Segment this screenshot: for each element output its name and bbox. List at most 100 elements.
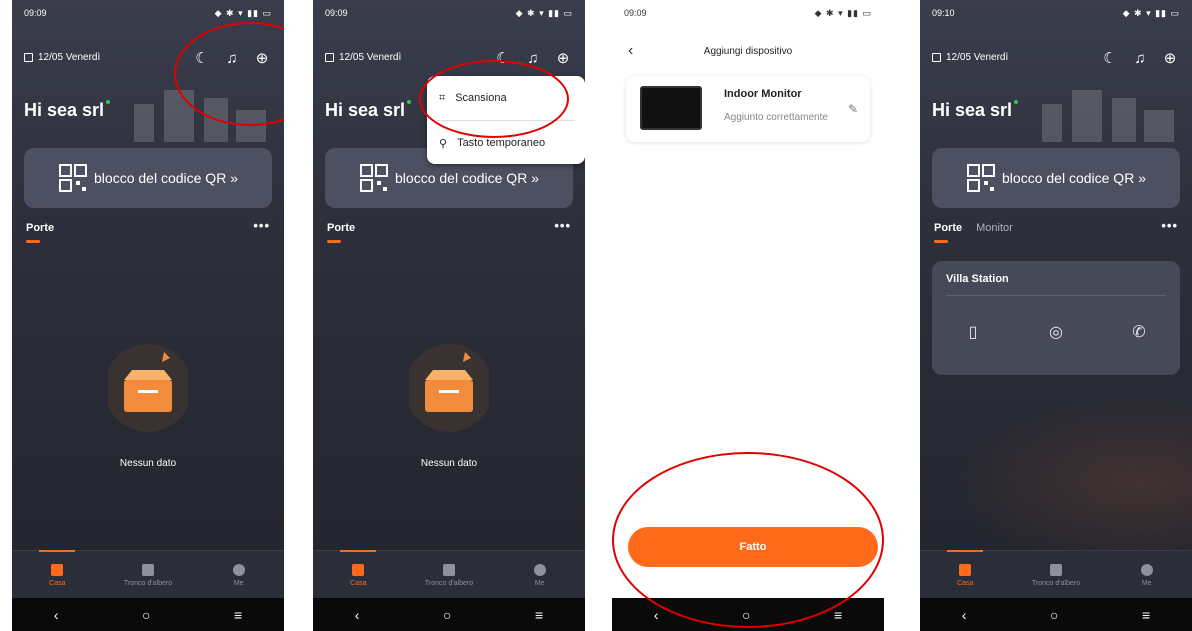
- buildings-illustration: [1042, 90, 1174, 142]
- nav-home-label: Casa: [350, 579, 367, 587]
- status-icons: ◆ ✱ ▾ ▮▮ ▭: [515, 7, 573, 18]
- system-menu-icon[interactable]: ≡: [834, 607, 842, 623]
- status-icons: ◆ ✱ ▾ ▮▮ ▭: [214, 7, 272, 18]
- device-card: Indoor Monitor Aggiunto correttamente ✎: [626, 76, 870, 142]
- status-bar: 09:10 ◆ ✱ ▾ ▮▮ ▭: [932, 6, 1180, 20]
- tab-doors[interactable]: Porte: [934, 222, 962, 234]
- tab-bar: Porte Monitor: [934, 222, 1013, 234]
- door-icon[interactable]: ▯: [962, 321, 984, 343]
- more-icon[interactable]: •••: [554, 218, 571, 233]
- empty-text: Nessun dato: [420, 458, 478, 469]
- system-home-icon[interactable]: ○: [142, 607, 150, 623]
- bell-icon[interactable]: ♫: [1132, 50, 1148, 67]
- date-label: 12/05 Venerdì: [24, 52, 100, 63]
- system-back-icon[interactable]: ‹: [962, 607, 967, 623]
- nav-me-label: Me: [1141, 579, 1152, 587]
- moon-icon[interactable]: ☾: [1102, 50, 1118, 67]
- nav-home[interactable]: Casa: [12, 550, 103, 599]
- nav-home[interactable]: Casa: [920, 550, 1011, 599]
- date-text: 12/05 Venerdì: [339, 52, 402, 63]
- villa-actions: ▯ ◎ ✆: [952, 321, 1160, 343]
- date-text: 12/05 Venerdì: [946, 52, 1009, 63]
- status-time: 09:09: [24, 8, 47, 18]
- device-image: [640, 86, 702, 130]
- status-time: 09:10: [932, 8, 955, 18]
- page-title: Aggiungi dispositivo: [703, 46, 793, 57]
- nav-me[interactable]: Me: [494, 551, 585, 599]
- nav-me[interactable]: Me: [193, 551, 284, 599]
- system-menu-icon[interactable]: ≡: [535, 607, 543, 623]
- date-label: 12/05 Venerdì: [932, 52, 1008, 63]
- search-key-icon: ⚲: [439, 137, 448, 150]
- device-name: Indoor Monitor: [724, 88, 802, 100]
- nav-tree[interactable]: Tronco d'albero: [404, 551, 495, 599]
- tab-monitor[interactable]: Monitor: [976, 222, 1013, 234]
- qr-unlock-card[interactable]: blocco del codice QR »: [932, 148, 1180, 208]
- online-dot: [1014, 100, 1019, 104]
- tab-indicator: [26, 240, 40, 243]
- profile-icon: [533, 563, 546, 576]
- background-glow: [920, 380, 1192, 550]
- calendar-icon: [932, 53, 941, 62]
- system-home-icon[interactable]: ○: [443, 607, 451, 623]
- empty-text: Nessun dato: [119, 458, 177, 469]
- plus-circle-icon[interactable]: ⊕: [1162, 50, 1178, 67]
- nav-tree[interactable]: Tronco d'albero: [1011, 551, 1102, 599]
- bottom-nav: Casa Tronco d'albero Me: [313, 550, 585, 599]
- log-icon: [443, 563, 455, 576]
- empty-box-illustration: [409, 344, 489, 432]
- qr-label: blocco del codice QR »: [395, 170, 539, 186]
- card-divider: [946, 295, 1166, 296]
- phone-screen-home-1: 09:09 ◆ ✱ ▾ ▮▮ ▭ 12/05 Venerdì ☾ ♫ ⊕ Hi …: [12, 0, 284, 631]
- status-icons: ◆ ✱ ▾ ▮▮ ▭: [814, 7, 872, 18]
- device-status: Aggiunto correttamente: [724, 112, 828, 123]
- qr-unlock-card[interactable]: blocco del codice QR »: [24, 148, 272, 208]
- edit-icon[interactable]: ✎: [848, 102, 858, 116]
- nav-me-label: Me: [534, 579, 545, 587]
- phone-screen-add-device: 09:09 ◆ ✱ ▾ ▮▮ ▭ ‹ Aggiungi dispositivo …: [612, 0, 884, 631]
- plus-circle-icon[interactable]: ⊕: [555, 50, 571, 67]
- nav-tree[interactable]: Tronco d'albero: [103, 551, 194, 599]
- system-back-icon[interactable]: ‹: [54, 607, 59, 623]
- camera-icon[interactable]: ◎: [1045, 321, 1067, 343]
- date-text: 12/05 Venerdì: [38, 52, 101, 63]
- status-bar: 09:09 ◆ ✱ ▾ ▮▮ ▭: [624, 6, 872, 20]
- status-time: 09:09: [624, 8, 647, 18]
- log-icon: [1050, 563, 1062, 576]
- nav-home[interactable]: Casa: [313, 550, 404, 599]
- annotation-circle: [612, 452, 884, 628]
- villa-station-card[interactable]: Villa Station ▯ ◎ ✆: [932, 261, 1180, 375]
- calendar-icon: [24, 53, 33, 62]
- qr-icon: [967, 164, 996, 192]
- status-bar: 09:09 ◆ ✱ ▾ ▮▮ ▭: [325, 6, 573, 20]
- system-back-icon[interactable]: ‹: [355, 607, 360, 623]
- qr-label: blocco del codice QR »: [94, 170, 238, 186]
- system-back-icon[interactable]: ‹: [654, 607, 659, 623]
- status-icons: ◆ ✱ ▾ ▮▮ ▭: [1122, 7, 1180, 18]
- home-icon: [352, 563, 365, 576]
- phone-icon[interactable]: ✆: [1128, 321, 1150, 343]
- greeting: Hi sea srl: [24, 100, 111, 121]
- log-icon: [142, 563, 154, 576]
- nav-tree-label: Tronco d'albero: [1031, 579, 1081, 587]
- tab-doors[interactable]: Porte: [26, 222, 54, 234]
- online-dot: [407, 100, 412, 104]
- status-time: 09:09: [325, 8, 348, 18]
- system-nav: ‹ ○ ≡: [313, 598, 585, 631]
- tab-indicator: [934, 240, 948, 243]
- system-menu-icon[interactable]: ≡: [234, 607, 242, 623]
- tab-doors[interactable]: Porte: [327, 222, 355, 234]
- qr-icon: [59, 164, 88, 192]
- tab-indicator: [327, 240, 341, 243]
- system-menu-icon[interactable]: ≡: [1142, 607, 1150, 623]
- phone-screen-home-device: 09:10 ◆ ✱ ▾ ▮▮ ▭ 12/05 Venerdì ☾ ♫ ⊕ Hi …: [920, 0, 1192, 631]
- menu-temp-key-label: Tasto temporaneo: [457, 137, 546, 149]
- more-icon[interactable]: •••: [253, 218, 270, 233]
- bottom-nav: Casa Tronco d'albero Me: [920, 550, 1192, 599]
- home-icon: [959, 563, 972, 576]
- phone-screen-home-menu: 09:09 ◆ ✱ ▾ ▮▮ ▭ 12/05 Venerdì ☾ ♫ ⊕ Hi …: [313, 0, 585, 631]
- system-home-icon[interactable]: ○: [1050, 607, 1058, 623]
- calendar-icon: [325, 53, 334, 62]
- more-icon[interactable]: •••: [1161, 218, 1178, 233]
- nav-me[interactable]: Me: [1101, 551, 1192, 599]
